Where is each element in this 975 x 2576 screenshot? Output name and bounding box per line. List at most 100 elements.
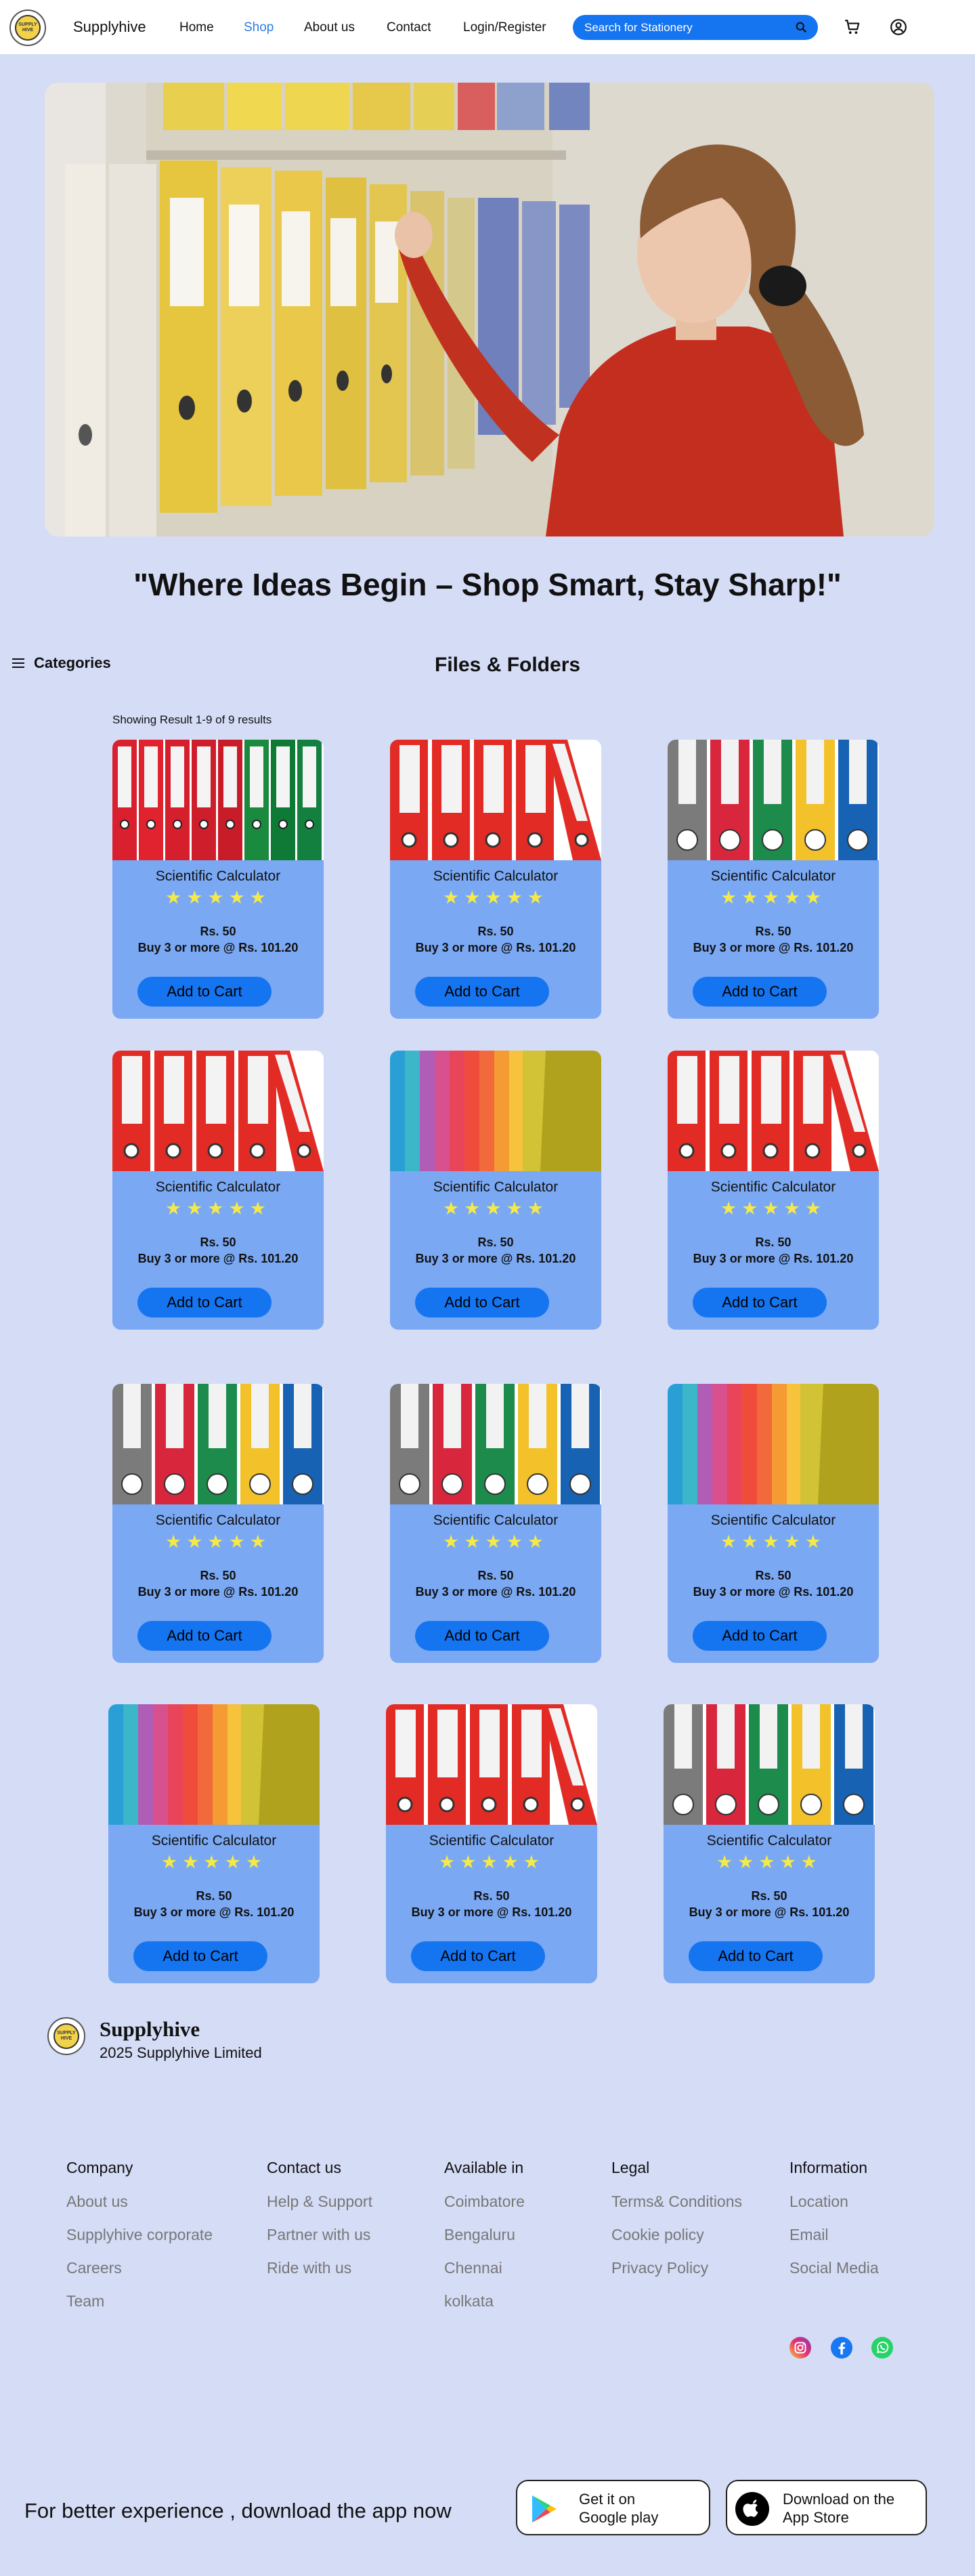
footer-logo[interactable]: SUPPLY HIVE (47, 2017, 85, 2055)
rating-stars: ★★★★★ (716, 1852, 823, 1872)
product-price: Rs. 50 (196, 1889, 232, 1903)
footer-link[interactable]: Help & Support (267, 2193, 372, 2211)
product-image[interactable] (664, 1704, 875, 1825)
user-icon[interactable] (890, 18, 907, 36)
product-name: Scientific Calculator (155, 1179, 281, 1195)
product-name: Scientific Calculator (433, 1513, 559, 1528)
footer-logo-badge: SUPPLY HIVE (53, 2023, 79, 2049)
footer-link[interactable]: Bengaluru (444, 2226, 525, 2244)
rating-stars: ★★★★★ (442, 1198, 549, 1219)
add-to-cart-button[interactable]: Add to Cart (137, 977, 272, 1007)
footer-link[interactable]: Chennai (444, 2259, 525, 2277)
bulk-price: Buy 3 or more @ Rs. 101.20 (415, 1585, 576, 1599)
product-card[interactable]: Scientific Calculator ★★★★★ Rs. 50 Buy 3 or… (668, 1051, 879, 1330)
categories-toggle[interactable]: Categories (12, 654, 111, 672)
brand-name[interactable]: Supplyhive (73, 18, 146, 36)
footer-col-information: Information Location Email Social Media (789, 2159, 879, 2292)
app-store-line1: Download on the (783, 2491, 895, 2508)
google-play-line2: Google play (579, 2509, 659, 2526)
product-name: Scientific Calculator (151, 1833, 277, 1849)
add-to-cart-button[interactable]: Add to Cart (415, 977, 549, 1007)
add-to-cart-button[interactable]: Add to Cart (411, 1941, 545, 1971)
footer-link[interactable]: Email (789, 2226, 879, 2244)
footer-link[interactable]: kolkata (444, 2292, 525, 2310)
footer-col-company: Company About us Supplyhive corporate Ca… (66, 2159, 213, 2325)
product-name: Scientific Calculator (433, 868, 559, 884)
apple-icon (735, 2492, 769, 2526)
product-image[interactable] (390, 740, 601, 860)
footer-link[interactable]: Careers (66, 2259, 213, 2277)
product-card[interactable]: Scientific Calculator ★★★★★ Rs. 50 Buy 3 or… (668, 1384, 879, 1663)
product-price: Rs. 50 (200, 1569, 236, 1582)
footer-link[interactable]: Location (789, 2193, 879, 2211)
product-price: Rs. 50 (200, 1236, 236, 1249)
footer-link[interactable]: Partner with us (267, 2226, 372, 2244)
footer-col-available: Available in Coimbatore Bengaluru Chenna… (444, 2159, 525, 2325)
results-count: Showing Result 1-9 of 9 results (112, 713, 272, 726)
product-image[interactable] (668, 740, 879, 860)
footer-link[interactable]: Privacy Policy (611, 2259, 742, 2277)
bulk-price: Buy 3 or more @ Rs. 101.20 (689, 1905, 850, 1919)
footer-link[interactable]: Cookie policy (611, 2226, 742, 2244)
add-to-cart-button[interactable]: Add to Cart (415, 1288, 549, 1317)
footer-heading: Company (66, 2159, 133, 2176)
rating-stars: ★★★★★ (442, 887, 549, 908)
product-image[interactable] (668, 1384, 879, 1504)
cart-icon[interactable] (844, 18, 861, 36)
product-image[interactable] (108, 1704, 320, 1825)
product-card[interactable]: Scientific Calculator ★★★★★ Rs. 50 Buy 3 or… (112, 1051, 324, 1330)
product-image[interactable] (112, 740, 324, 860)
footer-link[interactable]: Social Media (789, 2259, 879, 2277)
product-image[interactable] (386, 1704, 597, 1825)
add-to-cart-button[interactable]: Add to Cart (137, 1621, 272, 1651)
footer-link[interactable]: Terms& Conditions (611, 2193, 742, 2211)
footer-link[interactable]: Coimbatore (444, 2193, 525, 2211)
product-card[interactable]: Scientific Calculator ★★★★★ Rs. 50 Buy 3 or… (112, 1384, 324, 1663)
product-image[interactable] (390, 1384, 601, 1504)
product-card[interactable]: Scientific Calculator ★★★★★ Rs. 50 Buy 3 or… (390, 1384, 601, 1663)
bulk-price: Buy 3 or more @ Rs. 101.20 (137, 1585, 299, 1599)
product-card[interactable]: Scientific Calculator ★★★★★ Rs. 50 Buy 3 or… (668, 740, 879, 1019)
facebook-icon[interactable] (831, 2337, 852, 2359)
google-play-button[interactable]: Get it on Google play (516, 2480, 710, 2535)
bulk-price: Buy 3 or more @ Rs. 101.20 (415, 1252, 576, 1265)
bulk-price: Buy 3 or more @ Rs. 101.20 (415, 941, 576, 954)
product-image[interactable] (390, 1051, 601, 1171)
add-to-cart-button[interactable]: Add to Cart (693, 977, 827, 1007)
product-card[interactable]: Scientific Calculator ★★★★★ Rs. 50 Buy 3 or… (664, 1704, 875, 1983)
product-card[interactable]: Scientific Calculator ★★★★★ Rs. 50 Buy 3 or… (112, 740, 324, 1019)
footer-link[interactable]: Ride with us (267, 2259, 372, 2277)
nav-about-us[interactable]: About us (304, 20, 355, 35)
product-name: Scientific Calculator (706, 1833, 832, 1849)
rating-stars: ★★★★★ (442, 1532, 549, 1552)
product-card[interactable]: Scientific Calculator ★★★★★ Rs. 50 Buy 3 or… (390, 740, 601, 1019)
product-name: Scientific Calculator (710, 1179, 836, 1195)
product-card[interactable]: Scientific Calculator ★★★★★ Rs. 50 Buy 3 or… (386, 1704, 597, 1983)
add-to-cart-button[interactable]: Add to Cart (693, 1621, 827, 1651)
whatsapp-icon[interactable] (871, 2337, 893, 2359)
product-name: Scientific Calculator (710, 868, 836, 884)
product-image[interactable] (112, 1051, 324, 1171)
footer-link[interactable]: Supplyhive corporate (66, 2226, 213, 2244)
nav-shop[interactable]: Shop (244, 20, 274, 35)
product-image[interactable] (668, 1051, 879, 1171)
nav-login-register[interactable]: Login/Register (463, 20, 546, 35)
add-to-cart-button[interactable]: Add to Cart (693, 1288, 827, 1317)
add-to-cart-button[interactable]: Add to Cart (415, 1621, 549, 1651)
product-card[interactable]: Scientific Calculator ★★★★★ Rs. 50 Buy 3 or… (390, 1051, 601, 1330)
brand-logo[interactable]: SUPPLY HIVE (9, 9, 46, 46)
footer-link[interactable]: About us (66, 2193, 213, 2211)
product-card[interactable]: Scientific Calculator ★★★★★ Rs. 50 Buy 3 or… (108, 1704, 320, 1983)
search-icon[interactable] (796, 22, 807, 33)
bulk-price: Buy 3 or more @ Rs. 101.20 (411, 1905, 572, 1919)
app-store-button[interactable]: Download on the App Store (726, 2480, 927, 2535)
add-to-cart-button[interactable]: Add to Cart (133, 1941, 267, 1971)
add-to-cart-button[interactable]: Add to Cart (137, 1288, 272, 1317)
nav-home[interactable]: Home (179, 20, 214, 35)
nav-contact[interactable]: Contact (387, 20, 431, 35)
instagram-icon[interactable] (789, 2337, 811, 2359)
product-image[interactable] (112, 1384, 324, 1504)
add-to-cart-button[interactable]: Add to Cart (689, 1941, 823, 1971)
search-input[interactable] (584, 20, 781, 35)
footer-link[interactable]: Team (66, 2292, 213, 2310)
